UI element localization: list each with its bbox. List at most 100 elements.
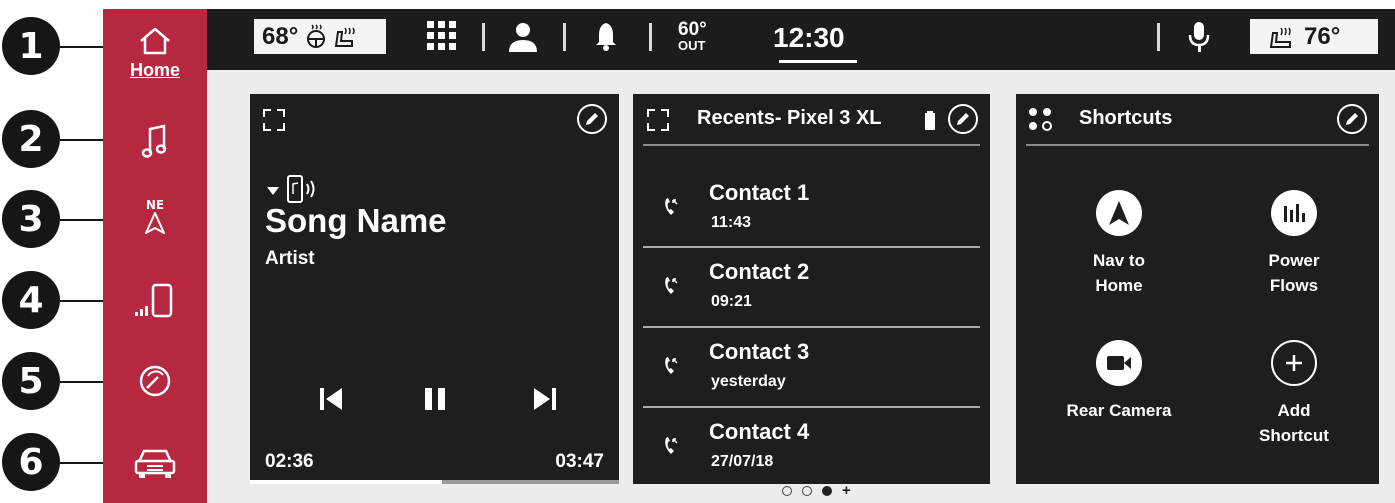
title-divider <box>643 144 980 146</box>
clock: 12:30 <box>773 22 845 53</box>
shortcut-label: Nav to Home <box>1093 251 1145 295</box>
shortcut-nav-to-home[interactable]: Nav to Home <box>1049 190 1189 298</box>
expand-icon[interactable] <box>646 108 670 132</box>
pause-icon[interactable] <box>422 386 448 412</box>
shortcut-add[interactable]: Add Shortcut <box>1224 340 1364 448</box>
page-indicator: + <box>782 483 851 498</box>
list-item[interactable]: Contact 3 yesterday <box>633 328 990 408</box>
car-icon <box>134 449 176 478</box>
list-item[interactable]: Contact 2 09:21 <box>633 248 990 328</box>
pencil-icon <box>957 113 969 125</box>
next-track-icon[interactable] <box>532 386 558 412</box>
elapsed-time: 02:36 <box>265 451 314 472</box>
recents-card[interactable]: Recents- Pixel 3 XL Contact 1 11:43 Cont… <box>633 94 990 484</box>
call-time: 09:21 <box>711 293 752 310</box>
passenger-climate-control[interactable]: 76° <box>1250 19 1378 54</box>
sidebar-item-vehicle-info[interactable] <box>103 364 207 398</box>
shortcut-icon-circle <box>1271 190 1317 236</box>
status-divider <box>482 23 485 51</box>
callout-3: 3 <box>2 190 60 248</box>
add-page-button[interactable]: + <box>842 483 851 498</box>
progress-fill <box>250 480 442 484</box>
list-item[interactable]: Contact 4 27/07/18 <box>633 408 990 488</box>
seat-heat-icon <box>1269 27 1291 48</box>
sidebar-item-home[interactable]: Home <box>103 26 207 81</box>
passenger-temp: 76° <box>1304 22 1341 50</box>
contact-name: Contact 3 <box>709 339 810 364</box>
status-divider <box>1157 23 1160 51</box>
sidebar-item-vehicle[interactable] <box>103 446 207 480</box>
contact-name: Contact 4 <box>709 419 810 444</box>
camera-icon <box>1107 356 1131 370</box>
sidebar-item-navigation[interactable]: NE <box>103 199 207 235</box>
shortcut-label: Add Shortcut <box>1259 401 1329 445</box>
contact-name: Contact 2 <box>709 259 810 284</box>
shortcut-power-flows[interactable]: Power Flows <box>1224 190 1364 298</box>
track-duration: 03:47 <box>555 451 604 472</box>
call-time: 27/07/18 <box>711 453 774 470</box>
incoming-call-icon <box>665 277 678 294</box>
callout-2: 2 <box>2 110 60 168</box>
driver-climate-control[interactable]: 68° <box>254 19 386 54</box>
shortcut-icon-circle <box>1271 340 1317 386</box>
compass-heading: NE <box>145 198 165 212</box>
seat-heat-icon <box>335 27 356 47</box>
navigation-arrow-icon <box>145 212 165 234</box>
home-icon <box>140 27 170 55</box>
call-time: 11:43 <box>711 214 752 231</box>
microphone-icon[interactable] <box>1188 21 1210 53</box>
apps-grid-icon[interactable] <box>427 21 457 51</box>
sidebar-item-phone[interactable] <box>103 282 207 320</box>
expand-icon[interactable] <box>262 108 286 132</box>
page-dot[interactable] <box>802 486 812 496</box>
music-note-icon <box>141 124 167 158</box>
shortcut-rear-camera[interactable]: Rear Camera <box>1049 340 1189 423</box>
page-dot-active[interactable] <box>822 486 832 496</box>
edit-widget-button[interactable] <box>948 104 978 134</box>
phone-signal-icon <box>135 283 173 318</box>
incoming-call-icon <box>665 357 678 374</box>
navigation-arrow-icon <box>1109 201 1129 225</box>
sidebar-item-media[interactable] <box>103 123 207 161</box>
power-flows-icon <box>1284 204 1305 222</box>
list-item[interactable]: Contact 1 11:43 <box>633 169 990 249</box>
user-profile-icon[interactable] <box>507 21 539 53</box>
playback-progress-bar[interactable] <box>250 480 619 484</box>
shortcut-label: Rear Camera <box>1066 401 1172 420</box>
title-divider <box>1026 144 1369 146</box>
recents-title: Recents- Pixel 3 XL <box>697 107 882 129</box>
shortcut-icon-circle <box>1096 340 1142 386</box>
driver-temp: 68° <box>262 22 299 50</box>
callout-6: 6 <box>2 433 60 491</box>
steering-heat-icon <box>307 23 326 48</box>
contact-name: Contact 1 <box>709 180 810 205</box>
shortcut-label: Power Flows <box>1268 251 1320 295</box>
callout-5: 5 <box>2 352 60 410</box>
outside-temperature: 60° OUT <box>678 19 707 52</box>
shortcuts-title: Shortcuts <box>1079 107 1173 129</box>
shortcuts-grid-icon <box>1029 108 1052 131</box>
battery-icon <box>925 111 935 130</box>
callout-4: 4 <box>2 271 60 329</box>
gauge-icon <box>139 365 171 397</box>
artist-name: Artist <box>265 248 315 269</box>
pencil-icon <box>1346 113 1358 125</box>
pencil-icon <box>586 113 598 125</box>
media-card[interactable]: Song Name Artist 02:36 03:47 <box>250 94 619 484</box>
incoming-call-icon <box>665 437 678 454</box>
source-dropdown-icon[interactable] <box>266 186 280 196</box>
edit-widget-button[interactable] <box>1337 104 1367 134</box>
plus-icon <box>1286 355 1302 371</box>
page-dot[interactable] <box>782 486 792 496</box>
notification-bell-icon[interactable] <box>595 21 617 51</box>
song-title: Song Name <box>265 202 447 239</box>
previous-track-icon[interactable] <box>318 386 344 412</box>
incoming-call-icon <box>665 198 678 215</box>
outside-temp-value: 60° <box>678 19 707 40</box>
status-divider <box>563 23 566 51</box>
status-bar: 68° 60° OUT 12:30 76° <box>207 9 1395 70</box>
edit-widget-button[interactable] <box>577 104 607 134</box>
shortcuts-card[interactable]: Shortcuts Nav to Home Power Flows Rear C… <box>1016 94 1379 484</box>
callout-1: 1 <box>2 17 60 75</box>
status-divider <box>649 23 652 51</box>
